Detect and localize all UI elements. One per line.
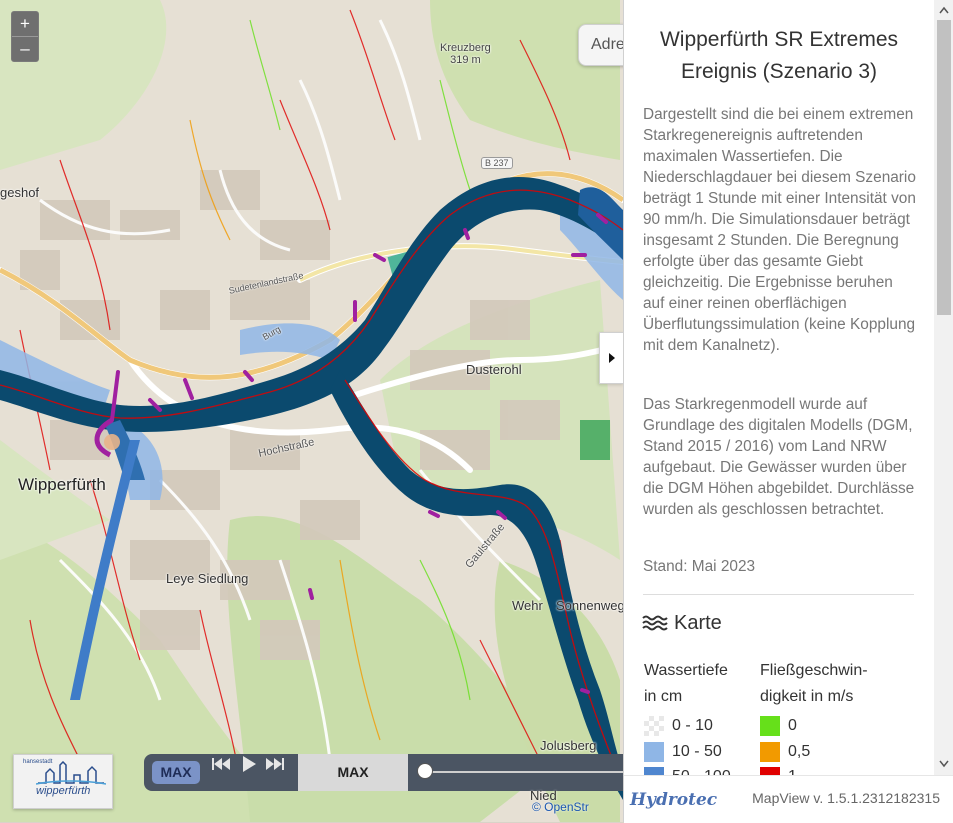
fast-forward-icon[interactable] xyxy=(264,754,286,774)
timeline-slider-handle[interactable] xyxy=(417,763,433,779)
place-label-geshof: geshof xyxy=(0,185,40,200)
collapse-panel-button[interactable] xyxy=(599,332,624,384)
timeline-player: MAX MAX xyxy=(144,754,624,791)
panel-title: Wipperfürth SR Extremes Ereignis (Szenar… xyxy=(659,28,899,83)
legend-flow-heading-line1: Fließgeschwin- xyxy=(760,662,868,679)
legend-label: 0 xyxy=(788,717,797,734)
logo-name: wipperfürth xyxy=(36,785,91,797)
legend-label: 0 - 10 xyxy=(672,717,713,734)
play-icon[interactable] xyxy=(238,754,260,774)
legend-label: 10 - 50 xyxy=(672,743,722,760)
current-step-label: MAX xyxy=(298,754,408,791)
chevron-right-icon xyxy=(609,353,615,363)
stand-date: Stand: Mai 2023 xyxy=(643,558,756,575)
scrollbar-thumb[interactable] xyxy=(937,20,951,315)
legend-swatch xyxy=(644,767,664,775)
legend-label: 50 - 100 xyxy=(672,767,731,775)
zoom-in-button[interactable]: + xyxy=(12,12,38,36)
place-label-dusterohl: Dusterohl xyxy=(466,362,522,377)
version-label: MapView v. 1.5.1.2312182315 xyxy=(752,790,940,806)
legend-water-depth-heading: Wassertiefe in cm xyxy=(644,658,728,710)
waves-icon xyxy=(642,615,668,631)
info-panel-content: Wipperfürth SR Extremes Ereignis (Szenar… xyxy=(624,0,934,775)
legend-swatch xyxy=(644,742,664,762)
place-label-wehr: Wehr xyxy=(512,598,543,613)
road-shield-b237: B 237 xyxy=(481,157,513,169)
zoom-control: + – xyxy=(11,11,39,62)
karte-heading: Karte xyxy=(642,612,722,635)
timeline-slider-track[interactable] xyxy=(426,771,624,773)
description-paragraph-2: Das Starkregenmodell wurde auf Grundlage… xyxy=(643,396,915,518)
address-search-label: Adre xyxy=(591,36,625,53)
legend-water-depth-heading-line1: Wassertiefe xyxy=(644,662,728,679)
legend-water-depth-heading-line2: in cm xyxy=(644,688,683,705)
street-label-sonnenweg: Sonnenweg xyxy=(556,598,625,613)
legend-flow-heading: Fließgeschwin- digkeit in m/s xyxy=(760,658,868,710)
place-label-leye-siedlung: Leye Siedlung xyxy=(166,571,249,586)
panel-footer: Hydrotec MapView v. 1.5.1.2312182315 xyxy=(624,775,953,823)
karte-heading-text: Karte xyxy=(674,612,722,634)
legend-swatch xyxy=(644,716,664,736)
place-label-jolusberg: Jolusberg xyxy=(540,738,597,753)
section-divider xyxy=(643,594,914,595)
description-paragraph-1: Dargestellt sind die bei einem extremen … xyxy=(643,106,916,354)
zoom-out-button[interactable]: – xyxy=(12,36,38,61)
city-logo: hansestadt wipperfürth xyxy=(13,754,113,809)
panel-scrollbar[interactable] xyxy=(934,0,953,775)
legend-label: 1 xyxy=(788,767,797,775)
osm-attribution-link[interactable]: © OpenStr xyxy=(532,800,589,814)
peak-label-kreuzberg: Kreuzberg 319 m xyxy=(440,42,491,66)
max-mode-button[interactable]: MAX xyxy=(152,761,200,784)
legend-swatch xyxy=(760,742,780,762)
scroll-down-icon[interactable] xyxy=(939,760,949,768)
rewind-icon[interactable] xyxy=(210,754,232,774)
legend-label: 0,5 xyxy=(788,743,811,760)
legend-swatch xyxy=(760,767,780,775)
info-panel: Wipperfürth SR Extremes Ereignis (Szenar… xyxy=(623,0,953,823)
place-label-wipperfuerth: Wipperfürth xyxy=(18,475,106,494)
legend-flow-heading-line2: digkeit in m/s xyxy=(760,688,854,705)
peak-elevation: 319 m xyxy=(450,54,481,66)
legend-swatch xyxy=(760,716,780,736)
scroll-up-icon[interactable] xyxy=(939,6,949,14)
skyline-icon xyxy=(36,761,106,785)
peak-name: Kreuzberg xyxy=(440,42,491,54)
hydrotec-logo: Hydrotec xyxy=(630,790,718,810)
